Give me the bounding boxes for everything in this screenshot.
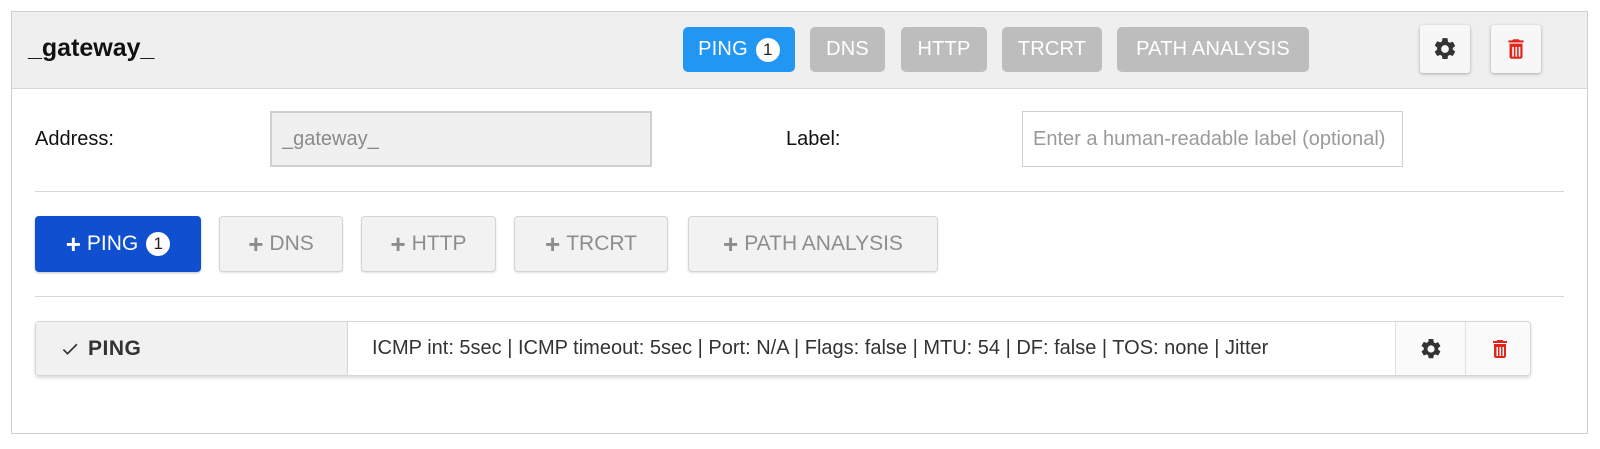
plus-icon: + — [545, 229, 561, 259]
panel-header: _gateway_ PING 1 DNS HTTP TRCRT PATH ANA… — [12, 12, 1587, 89]
plus-icon: + — [723, 229, 739, 259]
add-ping-button[interactable]: + PING 1 — [35, 216, 201, 272]
add-http-button[interactable]: + HTTP — [361, 216, 496, 272]
add-http-label: HTTP — [411, 232, 467, 255]
add-ping-label: PING — [86, 232, 139, 255]
divider — [35, 191, 1564, 192]
test-delete-button[interactable] — [1465, 322, 1530, 375]
divider — [35, 296, 1564, 297]
tab-dns-label: DNS — [826, 38, 869, 60]
add-trcrt-label: TRCRT — [566, 232, 637, 255]
tab-http-label: HTTP — [917, 38, 971, 60]
tab-dns[interactable]: DNS — [810, 27, 885, 72]
target-panel: _gateway_ PING 1 DNS HTTP TRCRT PATH ANA… — [11, 11, 1588, 434]
tab-trcrt-label: TRCRT — [1017, 38, 1087, 60]
add-dns-label: DNS — [269, 232, 314, 255]
test-details: ICMP int: 5sec | ICMP timeout: 5sec | Po… — [372, 337, 1269, 359]
tab-path-analysis[interactable]: PATH ANALYSIS — [1117, 27, 1309, 72]
add-path-analysis-button[interactable]: + PATH ANALYSIS — [688, 216, 938, 272]
add-ping-count-badge: 1 — [146, 232, 171, 256]
settings-button[interactable] — [1420, 25, 1470, 73]
gear-icon — [1421, 338, 1441, 358]
plus-icon: + — [248, 229, 264, 259]
gear-icon — [1434, 38, 1456, 60]
check-icon — [62, 343, 78, 355]
trash-icon — [1508, 39, 1524, 59]
delete-button[interactable] — [1491, 25, 1541, 73]
add-dns-button[interactable]: + DNS — [219, 216, 343, 272]
tab-ping-label: PING — [698, 38, 748, 60]
target-title: _gateway_ — [28, 34, 155, 62]
address-label: Address: — [35, 128, 114, 150]
label-label: Label: — [786, 128, 841, 150]
test-name-cell[interactable]: PING — [36, 322, 348, 375]
test-name: PING — [88, 336, 142, 360]
add-trcrt-button[interactable]: + TRCRT — [514, 216, 668, 272]
test-settings-button[interactable] — [1395, 322, 1466, 375]
plus-icon: + — [65, 229, 81, 259]
label-field[interactable] — [1022, 111, 1403, 167]
plus-icon: + — [390, 229, 406, 259]
tab-ping[interactable]: PING 1 — [683, 27, 795, 72]
tab-path-analysis-label: PATH ANALYSIS — [1136, 38, 1290, 60]
trash-icon — [1492, 339, 1507, 358]
tab-trcrt[interactable]: TRCRT — [1002, 27, 1102, 72]
add-path-analysis-label: PATH ANALYSIS — [744, 232, 903, 255]
tab-http[interactable]: HTTP — [901, 27, 987, 72]
address-field[interactable] — [270, 111, 652, 167]
test-row-ping[interactable]: PING ICMP int: 5sec | ICMP timeout: 5sec… — [35, 321, 1531, 376]
tab-ping-count-badge: 1 — [755, 37, 780, 62]
